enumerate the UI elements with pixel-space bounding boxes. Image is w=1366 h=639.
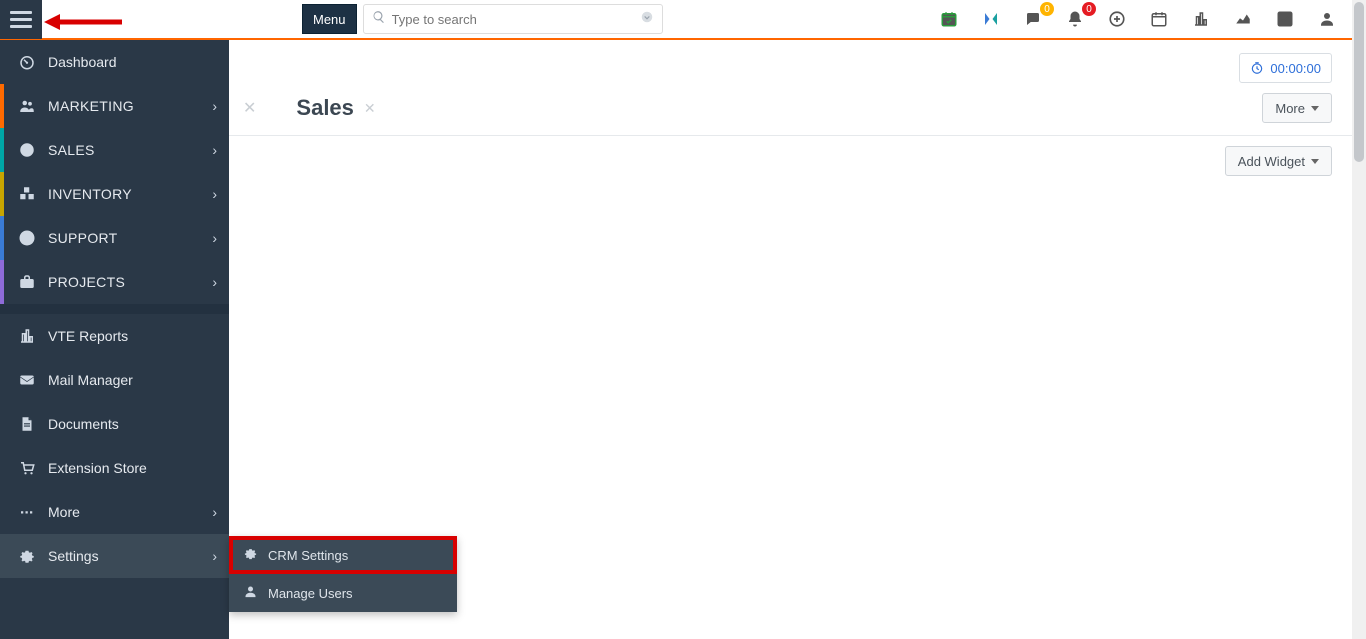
sidebar-item-sales[interactable]: SALES › [0,128,229,172]
chevron-right-icon: › [212,548,217,564]
chat-badge: 0 [1040,2,1054,16]
sidebar-item-dashboard[interactable]: Dashboard [0,40,229,84]
page-header: ✕ Sales ✕ More [229,83,1352,136]
sidebar-item-label: Settings [48,548,99,564]
top-bar: Menu 0 0 [0,0,1352,40]
calendar-check-icon[interactable] [938,8,960,30]
sidebar-item-vte-reports[interactable]: VTE Reports [0,314,229,358]
timer-widget[interactable]: 00:00:00 [1239,53,1332,83]
submenu-item-crm-settings[interactable]: CRM Settings [229,536,457,574]
search-input[interactable] [392,12,640,27]
barchart-icon [16,327,38,345]
sidebar-item-label: Mail Manager [48,372,133,388]
bell-icon[interactable]: 0 [1064,8,1086,30]
target-icon [16,141,38,159]
add-widget-button[interactable]: Add Widget [1225,146,1332,176]
calendar-icon[interactable] [1148,8,1170,30]
clock-icon [1250,61,1264,75]
timer-value: 00:00:00 [1270,61,1321,76]
sidebar-item-label: Dashboard [48,54,117,70]
sidebar-item-extension-store[interactable]: Extension Store [0,446,229,490]
sidebar-item-label: SALES [48,142,95,158]
close-left-icon[interactable]: ✕ [243,98,256,118]
sidebar-item-settings[interactable]: Settings › [0,534,229,578]
envelope-icon [16,371,38,389]
close-title-icon[interactable]: ✕ [364,100,376,117]
sidebar-item-label: Extension Store [48,460,147,476]
sidebar-item-label: PROJECTS [48,274,125,290]
sidebar-item-label: SUPPORT [48,230,118,246]
app-logo-icon[interactable] [980,8,1002,30]
sidebar-item-label: VTE Reports [48,328,128,344]
bar-chart-icon[interactable] [1190,8,1212,30]
area-chart-icon[interactable] [1232,8,1254,30]
checkbox-icon[interactable] [1274,8,1296,30]
menu-button-label: Menu [313,12,346,27]
search-icon [372,10,386,29]
menu-button[interactable]: Menu [302,4,357,34]
sidebar-item-support[interactable]: SUPPORT › [0,216,229,260]
sidebar-item-projects[interactable]: PROJECTS › [0,260,229,304]
sidebar-item-more[interactable]: More › [0,490,229,534]
dots-icon [16,503,38,521]
document-icon [16,415,38,433]
more-label: More [1275,101,1305,116]
chevron-right-icon: › [212,142,217,158]
sidebar-item-label: MARKETING [48,98,134,114]
submenu-item-manage-users[interactable]: Manage Users [229,574,457,612]
bell-badge: 0 [1082,2,1096,16]
chat-icon[interactable]: 0 [1022,8,1044,30]
hamburger-menu-button[interactable] [0,0,42,39]
group-icon [16,97,38,115]
chevron-down-icon [1311,159,1319,164]
sidebar-divider [0,304,229,314]
search-dropdown-icon[interactable] [640,10,654,29]
sidebar-item-inventory[interactable]: INVENTORY › [0,172,229,216]
chevron-right-icon: › [212,98,217,114]
sidebar-item-label: INVENTORY [48,186,132,202]
page-scrollbar[interactable] [1352,0,1366,639]
more-button[interactable]: More [1262,93,1332,123]
sidebar: DashboardMARKETING›SALES›INVENTORY›SUPPO… [0,40,229,639]
briefcase-icon [16,273,38,291]
sidebar-item-label: More [48,504,80,520]
gear-icon [243,546,258,564]
user-icon [243,584,258,602]
submenu-item-label: CRM Settings [268,548,348,563]
chevron-right-icon: › [212,186,217,202]
settings-submenu: CRM Settings Manage Users [229,536,457,612]
gear-icon [16,547,38,565]
cart-icon [16,459,38,477]
sidebar-item-documents[interactable]: Documents [0,402,229,446]
gauge-icon [16,53,38,71]
sidebar-item-marketing[interactable]: MARKETING › [0,84,229,128]
top-icon-bar: 0 0 [938,0,1352,39]
add-icon[interactable] [1106,8,1128,30]
chevron-right-icon: › [212,504,217,520]
global-search[interactable] [363,4,663,34]
sidebar-item-label: Documents [48,416,119,432]
lifebuoy-icon [16,229,38,247]
boxes-icon [16,185,38,203]
user-icon[interactable] [1316,8,1338,30]
chevron-down-icon [1311,106,1319,111]
chevron-right-icon: › [212,230,217,246]
add-widget-label: Add Widget [1238,154,1305,169]
page-title: Sales [296,95,354,121]
sidebar-item-mail-manager[interactable]: Mail Manager [0,358,229,402]
submenu-item-label: Manage Users [268,586,353,601]
chevron-right-icon: › [212,274,217,290]
